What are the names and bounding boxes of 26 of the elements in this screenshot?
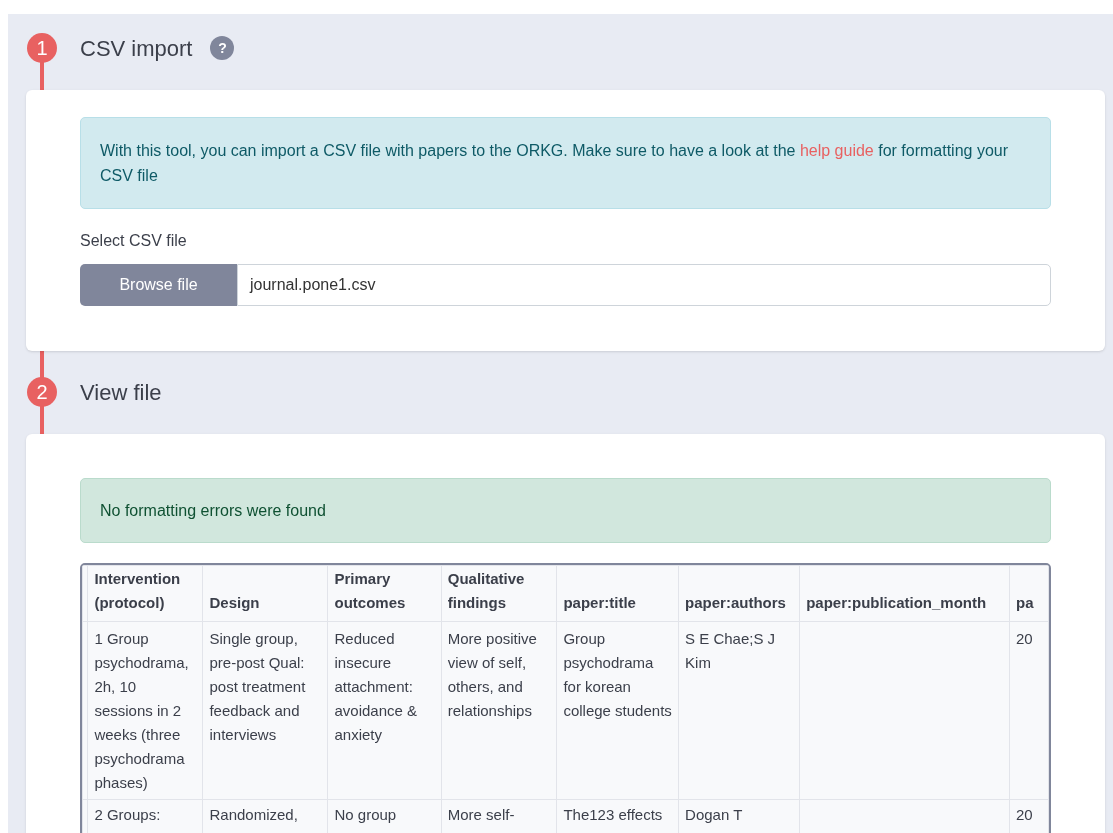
- browse-file-button[interactable]: Browse file: [80, 264, 237, 306]
- alert-message: No formatting errors were found: [80, 478, 1051, 543]
- step-title: View file: [80, 378, 162, 407]
- column-header: paper:title: [556, 565, 679, 622]
- table-cell: S E Chae;S J Kim: [678, 621, 800, 800]
- alert-message: With this tool, you can import a CSV file with papers to the ORKG. Make sure to have a look at the help guide for formatting your CSV file: [80, 117, 1051, 209]
- table-cell: Reduced insecure attachment: avoidance & anxiety: [327, 621, 442, 800]
- step-number: 2: [27, 377, 57, 407]
- column-header: Intervention (protocol): [87, 565, 203, 622]
- column-header: pa: [1009, 565, 1049, 622]
- column-header: Qualitative findings: [441, 565, 557, 622]
- table-cell: Group psychodrama for korean college students: [556, 621, 679, 800]
- help-guide-link[interactable]: help guide: [799, 142, 874, 159]
- table-cell: Single group, pre-post Qual: post treatment feedback and interviews: [202, 621, 328, 800]
- column-header: paper:publication_month: [799, 565, 1010, 622]
- column-header: Design: [202, 565, 328, 622]
- step-number: 1: [27, 33, 57, 63]
- field-label: Select CSV file: [80, 231, 188, 251]
- table-cell: 1 Group psychodrama, 2h, 10 sessions in 2 weeks (three psychodrama phases): [87, 621, 203, 800]
- table-cell: More positive view of self, others, and relationships: [441, 621, 557, 800]
- column-header: Primary outcomes: [327, 565, 442, 622]
- step-title: CSV import: [80, 34, 193, 63]
- file-input-field[interactable]: journal.pone1.csv: [237, 264, 1051, 306]
- help-icon[interactable]: ?: [210, 36, 235, 60]
- column-header: paper:authors: [678, 565, 800, 622]
- table-cell: 20: [1009, 621, 1049, 800]
